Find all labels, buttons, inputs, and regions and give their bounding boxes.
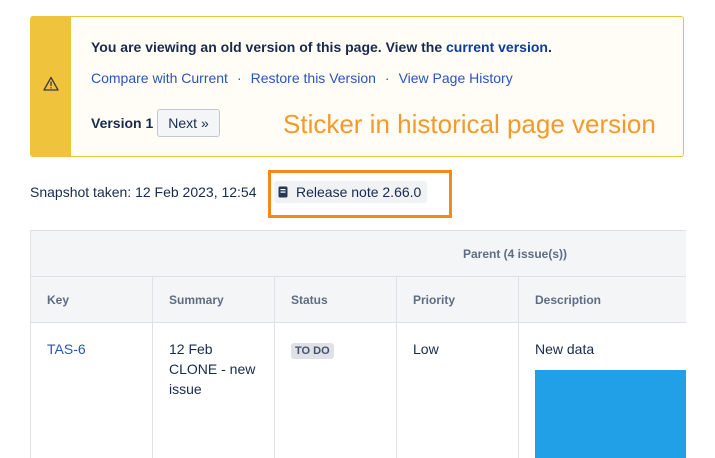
warning-icon (43, 76, 59, 97)
view-page-history-link[interactable]: View Page History (399, 70, 513, 86)
banner-message-text: You are viewing an old version of this p… (91, 39, 447, 55)
issue-key-link[interactable]: TAS-6 (47, 341, 86, 357)
compare-with-current-link[interactable]: Compare with Current (91, 70, 228, 86)
old-version-banner: You are viewing an old version of this p… (30, 16, 684, 157)
status-badge: TO DO (291, 343, 334, 359)
cell-priority: Low (396, 322, 519, 458)
version-label: Version 1 (91, 115, 154, 131)
group-header: Parent (4 issue(s)) (30, 230, 686, 277)
link-separator: · (236, 70, 242, 86)
banner-links: Compare with Current · Restore this Versio… (91, 70, 513, 86)
cell-summary: 12 Feb CLONE - new issue (152, 322, 275, 458)
column-header-status[interactable]: Status (274, 276, 397, 323)
table-group-header-row: Parent (4 issue(s)) (30, 230, 686, 277)
banner-stripe (31, 17, 71, 156)
table-header-row: Key Summary Status Priority Description (30, 276, 686, 323)
column-header-priority[interactable]: Priority (396, 276, 519, 323)
snapshot-timestamp: Snapshot taken: 12 Feb 2023, 12:54 (30, 184, 257, 200)
column-header-summary[interactable]: Summary (152, 276, 275, 323)
sticker-chip[interactable]: Release note 2.66.0 (274, 181, 428, 203)
annotation-text: Sticker in historical page version (283, 109, 656, 139)
link-separator: · (384, 70, 390, 86)
description-text: New data (535, 341, 595, 357)
description-image (535, 370, 686, 458)
restore-version-link[interactable]: Restore this Version (251, 70, 376, 86)
banner-period: . (547, 39, 552, 55)
banner-message: You are viewing an old version of this p… (91, 39, 552, 55)
current-version-link[interactable]: current version (446, 39, 548, 55)
document-icon (278, 186, 288, 198)
column-header-key[interactable]: Key (30, 276, 153, 323)
issues-table-container[interactable]: Parent (4 issue(s)) Key Summary Status P… (30, 230, 686, 458)
next-version-button[interactable]: Next » (157, 109, 220, 137)
version-row: Version 1 Next » (91, 109, 220, 137)
cell-status: TO DO (274, 322, 397, 458)
cell-key: TAS-6 (30, 322, 153, 458)
sticker-label: Release note 2.66.0 (296, 184, 422, 200)
column-header-description[interactable]: Description (517, 276, 686, 323)
